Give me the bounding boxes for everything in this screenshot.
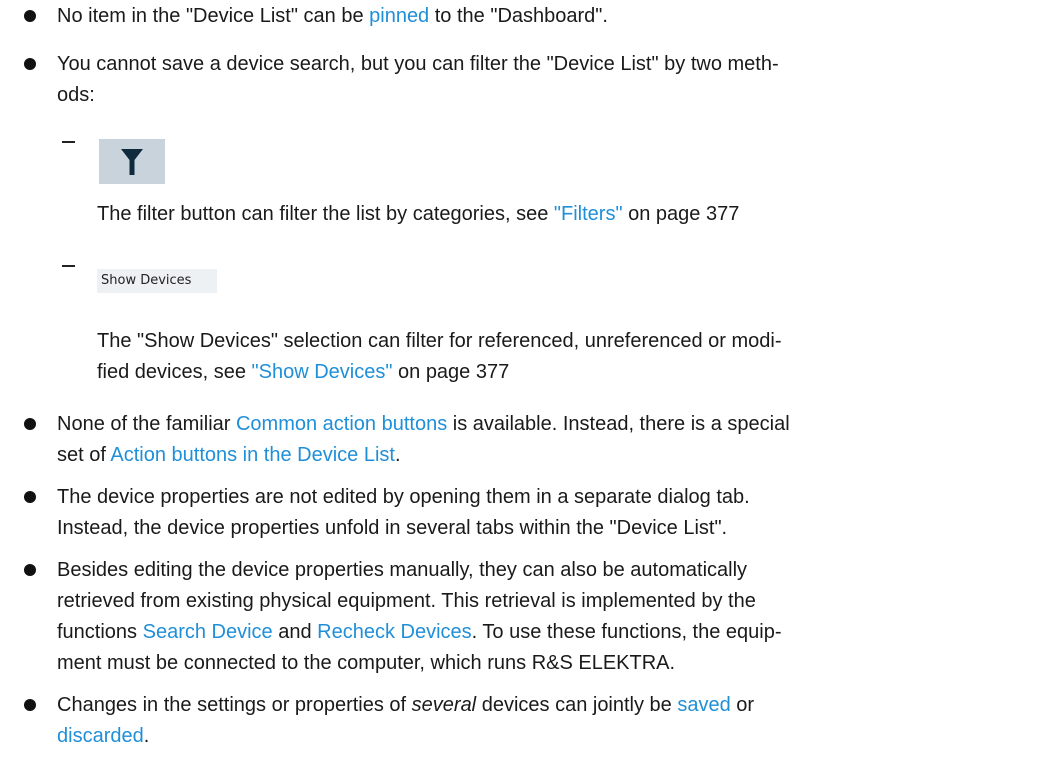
filter-description: The filter button can filter the list by… bbox=[97, 203, 740, 225]
document-page: No item in the "Device List" can be pinn… bbox=[0, 0, 1042, 765]
list-item-retrieval: Besides editing the device properties ma… bbox=[57, 559, 782, 674]
device-list-action-buttons-link[interactable]: Action buttons in the Device List bbox=[110, 444, 395, 466]
discarded-link[interactable]: discarded bbox=[57, 725, 144, 747]
filter-button[interactable] bbox=[99, 139, 165, 184]
list-item-action-buttons: None of the familiar Common action butto… bbox=[57, 413, 790, 466]
bullet-marker bbox=[24, 418, 36, 430]
common-action-buttons-link[interactable]: Common action buttons bbox=[236, 413, 447, 435]
list-item-filter-methods: You cannot save a device search, but you… bbox=[57, 53, 779, 106]
show-devices-description: The "Show Devices" selection can filter … bbox=[97, 330, 782, 383]
sub-item-dash bbox=[62, 265, 75, 267]
list-item-save-discard: Changes in the settings or properties of… bbox=[57, 694, 755, 747]
show-devices-button[interactable]: Show Devices bbox=[97, 269, 217, 293]
bullet-marker bbox=[24, 699, 36, 711]
list-item-pinned: No item in the "Device List" can be pinn… bbox=[57, 5, 608, 27]
filter-funnel-icon bbox=[121, 148, 143, 175]
recheck-devices-link[interactable]: Recheck Devices bbox=[317, 621, 472, 643]
list-item-device-properties: The device properties are not edited by … bbox=[57, 486, 750, 539]
saved-link[interactable]: saved bbox=[677, 694, 730, 716]
bullet-marker bbox=[24, 491, 36, 503]
bullet-marker bbox=[24, 58, 36, 70]
bullet-marker bbox=[24, 564, 36, 576]
pinned-link[interactable]: pinned bbox=[369, 5, 429, 27]
filters-link[interactable]: "Filters" bbox=[554, 203, 623, 225]
show-devices-link[interactable]: "Show Devices" bbox=[252, 361, 393, 383]
sub-item-dash bbox=[62, 141, 75, 143]
bullet-marker bbox=[24, 10, 36, 22]
search-device-link[interactable]: Search Device bbox=[143, 621, 273, 643]
